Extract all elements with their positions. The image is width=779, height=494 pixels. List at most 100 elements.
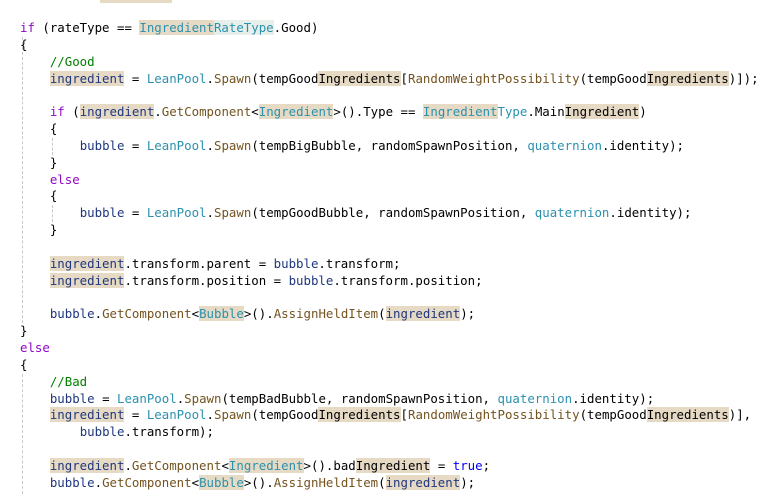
code-token: Ingredient	[355, 457, 431, 473]
code-token: GetComponent	[102, 474, 192, 490]
code-line[interactable]: ingredient.transform.parent = bubble.tra…	[20, 255, 759, 273]
code-line[interactable]: {	[20, 188, 759, 205]
code-line[interactable]	[20, 239, 759, 256]
code-token: quaternion	[534, 205, 610, 221]
code-line[interactable]: bubble.GetComponent<Bubble>().AssignHeld…	[20, 306, 759, 323]
code-token: .Good)	[273, 20, 319, 35]
code-token: [	[400, 407, 408, 423]
code-line[interactable]: ingredient = LeanPool.Spawn(tempGoodIngr…	[20, 70, 759, 88]
code-line[interactable]: else	[20, 172, 759, 189]
code-line[interactable]: }	[20, 323, 759, 340]
code-token: }	[20, 323, 28, 339]
code-line[interactable]: //Bad	[20, 374, 759, 391]
code-token: LeanPool	[146, 137, 207, 153]
code-token: ingredient	[385, 306, 461, 322]
code-token: //Bad	[49, 373, 88, 389]
code-token: else	[20, 340, 50, 356]
code-token: .identity);	[609, 205, 692, 221]
code-token: quaternion	[497, 390, 573, 406]
code-token: .	[94, 474, 103, 490]
code-line[interactable]: ingredient = LeanPool.Spawn(tempGoodIngr…	[20, 407, 759, 424]
code-token: GetComponent	[131, 457, 222, 473]
code-token: >().	[243, 306, 274, 322]
code-token: Ingredient	[228, 457, 304, 473]
code-token: (	[378, 306, 386, 322]
code-line[interactable]: bubble = LeanPool.Spawn(tempBigBubble, r…	[20, 138, 759, 155]
code-token: =	[124, 137, 147, 153]
code-line[interactable]: if (rateType == IngredientRateType.Good)	[20, 20, 759, 37]
code-token: Type	[497, 104, 528, 120]
code-token: Ingredients	[318, 407, 401, 423]
code-token: (	[64, 104, 80, 120]
code-token: LeanPool	[146, 70, 207, 86]
code-line[interactable]	[20, 290, 759, 307]
code-token: Spawn	[214, 137, 252, 153]
code-token: GetComponent	[161, 104, 252, 120]
partial-line-highlight	[100, 0, 172, 3]
code-line[interactable]: ingredient.GetComponent<Ingredient>().ba…	[20, 457, 759, 475]
code-token: bubble	[79, 424, 125, 440]
code-line[interactable]: {	[20, 37, 759, 54]
code-token: {	[20, 356, 28, 372]
code-line[interactable]: else	[20, 340, 759, 357]
code-line[interactable]	[20, 87, 759, 104]
code-token: <	[191, 474, 200, 490]
code-line[interactable]: //Good	[20, 54, 759, 71]
code-token: LeanPool	[146, 407, 207, 423]
code-line[interactable]: if (ingredient.GetComponent<Ingredient>(…	[20, 104, 759, 121]
code-token: (tempGood	[251, 407, 319, 423]
code-token: RandomWeightPossibility	[407, 70, 580, 86]
code-token: (tempBigBubble, randomSpawnPosition,	[251, 137, 528, 153]
code-token: bubble	[49, 390, 95, 406]
code-token: .transform.position;	[333, 272, 483, 288]
code-token: (tempGood	[579, 70, 647, 86]
code-token: Bubble	[199, 474, 244, 490]
code-token: LeanPool	[117, 390, 177, 406]
code-token: Spawn	[214, 70, 252, 86]
code-editor[interactable]: if (rateType == IngredientRateType.Good)…	[20, 20, 759, 492]
code-token: (tempGoodBubble, randomSpawnPosition,	[251, 205, 535, 221]
code-line[interactable]: bubble.transform);	[20, 424, 759, 441]
code-token: ingredient	[385, 474, 461, 490]
code-token: quaternion	[527, 137, 602, 153]
code-token: Bubble	[199, 306, 244, 322]
code-token: bubble	[79, 137, 125, 153]
code-line[interactable]: ingredient.transform.position = bubble.t…	[20, 272, 759, 290]
code-token: true	[452, 457, 483, 473]
code-token: ingredient	[79, 104, 155, 120]
code-line[interactable]: {	[20, 121, 759, 138]
code-token: .	[206, 137, 214, 153]
code-line[interactable]: bubble = LeanPool.Spawn(tempGoodBubble, …	[20, 205, 759, 222]
code-token: =	[94, 390, 117, 406]
code-token: .	[206, 205, 214, 221]
code-token: >().bad	[303, 457, 356, 473]
code-token: =	[124, 407, 147, 423]
code-token: =	[430, 457, 453, 473]
code-token: ingredient	[49, 457, 125, 473]
code-token: [	[400, 70, 408, 86]
code-token: .identity);	[572, 390, 655, 406]
code-token: RandomWeightPossibility	[407, 407, 580, 423]
code-token: Ingredients	[318, 70, 401, 86]
code-token: .	[124, 457, 132, 473]
code-line[interactable]: bubble = LeanPool.Spawn(tempBadBubble, r…	[20, 391, 759, 408]
code-token: Ingredients	[646, 70, 729, 86]
code-token: )]);	[728, 70, 759, 86]
code-line[interactable]	[20, 441, 759, 458]
code-token: AssignHeldItem	[273, 306, 379, 322]
code-token: .transform.position =	[124, 272, 289, 288]
code-token: ingredient	[49, 255, 125, 271]
code-token: .transform);	[124, 424, 214, 440]
code-line[interactable]: bubble.GetComponent<Bubble>().AssignHeld…	[20, 474, 759, 492]
code-line[interactable]: }	[20, 155, 759, 172]
code-line[interactable]: {	[20, 357, 759, 374]
code-token: Ingredient	[422, 104, 498, 120]
code-token: bubble	[273, 255, 319, 271]
code-token: if	[49, 104, 65, 120]
code-line[interactable]: }	[20, 222, 759, 239]
